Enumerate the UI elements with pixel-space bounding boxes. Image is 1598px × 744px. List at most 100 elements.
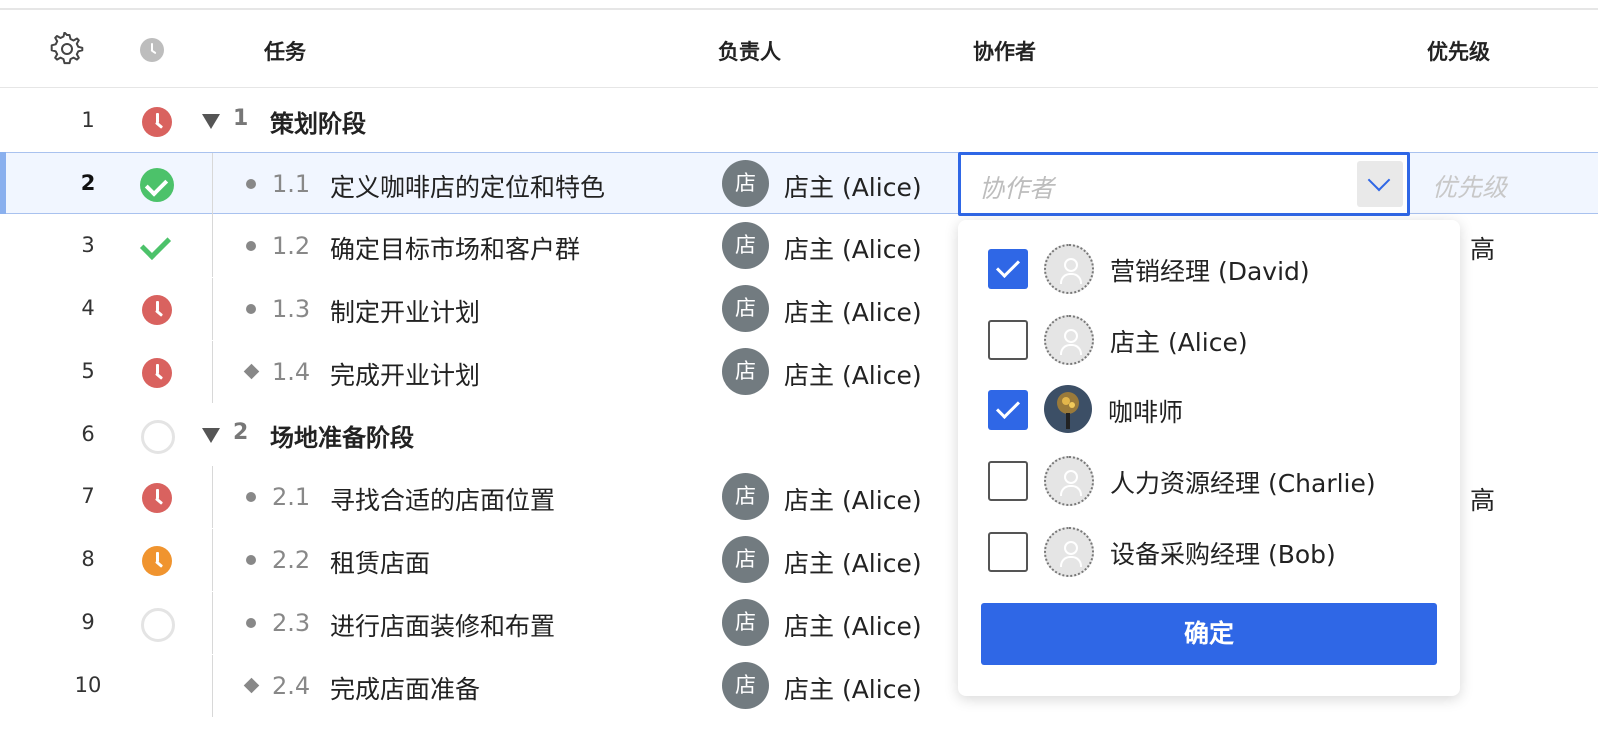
- row-number: 1: [81, 108, 95, 132]
- collapse-triangle-icon[interactable]: [202, 114, 220, 129]
- tree-line: [212, 153, 213, 215]
- checkbox-unchecked[interactable]: [988, 532, 1028, 572]
- owner-name[interactable]: 店主 (Alice): [784, 607, 922, 643]
- owner-name[interactable]: 店主 (Alice): [784, 293, 922, 329]
- task-title[interactable]: 寻找合适的店面位置: [330, 481, 555, 517]
- collaborator-dropdown: 营销经理 (David) 店主 (Alice) 咖啡师 人力资源经理 (Char…: [958, 220, 1460, 696]
- collapse-triangle-icon[interactable]: [202, 428, 220, 443]
- task-bullet-icon: [246, 304, 256, 314]
- user-placeholder-avatar-icon: [1044, 456, 1094, 506]
- status-column-clock-icon: [140, 38, 164, 62]
- task-bullet-icon: [246, 555, 256, 565]
- tree-line: [212, 341, 213, 403]
- collaborator-option-label: 店主 (Alice): [1110, 328, 1248, 357]
- task-index: 2.1: [272, 483, 311, 511]
- group-title[interactable]: 策划阶段: [270, 104, 366, 139]
- task-index: 1.4: [272, 358, 311, 386]
- status-overdue-icon[interactable]: [139, 355, 175, 391]
- owner-name[interactable]: 店主 (Alice): [784, 544, 922, 580]
- checkbox-checked[interactable]: [988, 390, 1028, 430]
- collaborator-select[interactable]: 协作者: [958, 152, 1410, 216]
- owner-name[interactable]: 店主 (Alice): [784, 481, 922, 517]
- user-placeholder-avatar-icon: [1044, 315, 1094, 365]
- priority-placeholder[interactable]: 优先级: [1432, 168, 1507, 204]
- priority-value[interactable]: 高: [1470, 230, 1495, 266]
- table-header: 任务 负责人 协作者 优先级: [0, 10, 1598, 88]
- column-header-owner[interactable]: 负责人: [718, 36, 781, 66]
- collaborator-option[interactable]: 营销经理 (David): [958, 234, 1460, 304]
- owner-avatar: 店: [722, 160, 769, 207]
- status-completed-icon[interactable]: [139, 167, 175, 203]
- checkbox-unchecked[interactable]: [988, 461, 1028, 501]
- settings-gear-icon[interactable]: [50, 32, 84, 66]
- milestone-diamond-icon: [243, 363, 260, 380]
- collaborator-option-label: 咖啡师: [1108, 398, 1184, 427]
- owner-name[interactable]: 店主 (Alice): [784, 168, 922, 204]
- owner-avatar: 店: [722, 662, 769, 709]
- task-title[interactable]: 制定开业计划: [330, 293, 480, 329]
- user-photo-avatar: [1044, 385, 1092, 433]
- collaborator-option-label: 设备采购经理 (Bob): [1110, 540, 1336, 569]
- task-title[interactable]: 租赁店面: [330, 544, 430, 580]
- status-in-progress-icon[interactable]: [139, 543, 175, 579]
- group-index: 1: [233, 106, 249, 131]
- collaborator-option[interactable]: 设备采购经理 (Bob): [958, 517, 1460, 587]
- group-index: 2: [233, 420, 249, 445]
- collaborator-option[interactable]: 咖啡师: [958, 375, 1460, 445]
- tree-line: [212, 655, 213, 717]
- status-overdue-icon[interactable]: [139, 480, 175, 516]
- status-overdue-icon[interactable]: [139, 292, 175, 328]
- task-title[interactable]: 定义咖啡店的定位和特色: [330, 168, 605, 204]
- task-title[interactable]: 完成店面准备: [330, 670, 480, 706]
- tree-line: [212, 592, 213, 654]
- checkbox-checked[interactable]: [988, 249, 1028, 289]
- task-bullet-icon: [246, 492, 256, 502]
- owner-avatar: 店: [722, 599, 769, 646]
- task-bullet-icon: [246, 179, 256, 189]
- owner-avatar: 店: [722, 285, 769, 332]
- task-index: 1.1: [272, 170, 311, 198]
- task-title[interactable]: 确定目标市场和客户群: [330, 230, 580, 266]
- owner-name[interactable]: 店主 (Alice): [784, 356, 922, 392]
- tree-line: [212, 529, 213, 591]
- collaborator-option-label: 人力资源经理 (Charlie): [1110, 469, 1376, 498]
- collaborator-placeholder: 协作者: [979, 174, 1055, 203]
- priority-value[interactable]: 高: [1470, 481, 1495, 517]
- column-header-priority[interactable]: 优先级: [1427, 36, 1490, 66]
- confirm-button[interactable]: 确定: [981, 603, 1437, 665]
- checkbox-unchecked[interactable]: [988, 320, 1028, 360]
- task-index: 2.3: [272, 609, 311, 637]
- row-number: 2: [80, 171, 96, 195]
- row-number: 5: [81, 359, 95, 383]
- task-index: 2.2: [272, 546, 311, 574]
- chevron-down-icon[interactable]: [1357, 161, 1403, 207]
- collaborator-option-label: 营销经理 (David): [1110, 257, 1310, 286]
- row-number: 7: [81, 484, 95, 508]
- row-number: 6: [81, 422, 95, 446]
- status-overdue-icon[interactable]: [139, 104, 175, 140]
- row-number: 8: [81, 547, 95, 571]
- collaborator-option[interactable]: 人力资源经理 (Charlie): [958, 446, 1460, 516]
- status-not-started-icon[interactable]: [139, 418, 175, 454]
- column-header-collaborators[interactable]: 协作者: [973, 36, 1036, 66]
- owner-avatar: 店: [722, 473, 769, 520]
- row-number: 10: [74, 673, 102, 697]
- task-index: 2.4: [272, 672, 311, 700]
- status-not-started-icon[interactable]: [139, 606, 175, 642]
- row-number: 9: [81, 610, 95, 634]
- milestone-diamond-icon: [243, 677, 260, 694]
- user-placeholder-avatar-icon: [1044, 527, 1094, 577]
- row-number: 4: [81, 296, 95, 320]
- task-index: 1.2: [272, 232, 311, 260]
- status-done-check-icon[interactable]: [139, 228, 175, 265]
- group-row[interactable]: 1 1 策划阶段: [0, 90, 1598, 152]
- task-title[interactable]: 进行店面装修和布置: [330, 607, 555, 643]
- task-title[interactable]: 完成开业计划: [330, 356, 480, 392]
- tree-line: [212, 278, 213, 340]
- column-header-task[interactable]: 任务: [264, 36, 306, 66]
- group-title[interactable]: 场地准备阶段: [270, 418, 414, 453]
- owner-avatar: 店: [722, 348, 769, 395]
- owner-name[interactable]: 店主 (Alice): [784, 670, 922, 706]
- owner-name[interactable]: 店主 (Alice): [784, 230, 922, 266]
- collaborator-option[interactable]: 店主 (Alice): [958, 305, 1460, 375]
